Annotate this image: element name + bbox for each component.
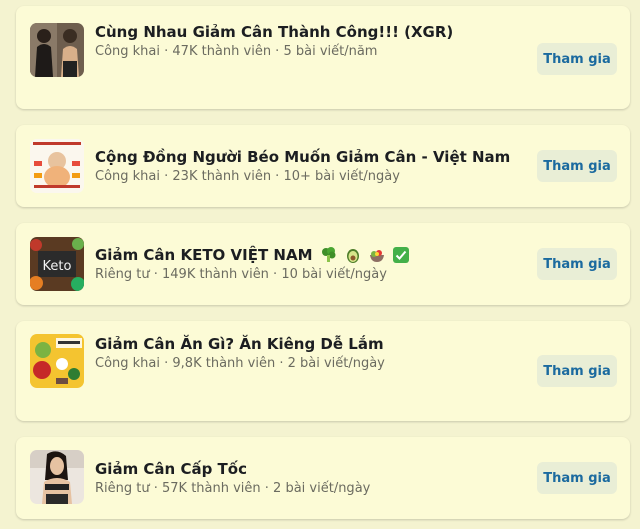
group-thumbnail[interactable]: Keto: [30, 237, 84, 291]
group-name-text: Giảm Cân KETO VIỆT NAM: [95, 246, 313, 264]
group-thumbnail[interactable]: [30, 334, 84, 388]
group-card[interactable]: Cộng Đồng Người Béo Muốn Giảm Cân - Việt…: [16, 125, 630, 207]
group-meta: Riêng tư · 57K thành viên · 2 bài viết/n…: [95, 481, 371, 496]
join-button[interactable]: Tham gia: [537, 43, 617, 75]
group-name[interactable]: Cùng Nhau Giảm Cân Thành Công!!! (XGR): [95, 23, 453, 41]
group-name[interactable]: Giảm Cân KETO VIỆT NAM: [95, 246, 410, 267]
svg-text:Keto: Keto: [43, 259, 72, 274]
group-card[interactable]: Keto Giảm Cân KETO VIỆT NAM Riêng tư · 1…: [16, 223, 630, 305]
join-button[interactable]: Tham gia: [537, 355, 617, 387]
check-mark-emoji: [393, 247, 410, 267]
group-card[interactable]: Giảm Cân Ăn Gì? Ăn Kiêng Dễ Lắm Công kha…: [16, 321, 630, 421]
join-button[interactable]: Tham gia: [537, 150, 617, 182]
salad-emoji: [369, 247, 385, 267]
group-meta: Công khai · 9,8K thành viên · 2 bài viết…: [95, 356, 385, 371]
group-thumbnail[interactable]: [30, 450, 84, 504]
group-meta: Riêng tư · 149K thành viên · 10 bài viết…: [95, 267, 387, 282]
join-button[interactable]: Tham gia: [537, 462, 617, 494]
avocado-emoji: [345, 247, 361, 267]
group-name[interactable]: Cộng Đồng Người Béo Muốn Giảm Cân - Việt…: [95, 148, 510, 166]
group-card[interactable]: Giảm Cân Cấp Tốc Riêng tư · 57K thành vi…: [16, 437, 630, 519]
group-name[interactable]: Giảm Cân Ăn Gì? Ăn Kiêng Dễ Lắm: [95, 335, 384, 353]
broccoli-emoji: [321, 247, 337, 267]
group-meta: Công khai · 47K thành viên · 5 bài viết/…: [95, 44, 378, 59]
group-thumbnail[interactable]: [30, 23, 84, 77]
group-name[interactable]: Giảm Cân Cấp Tốc: [95, 460, 247, 478]
group-thumbnail[interactable]: [30, 139, 84, 193]
join-button[interactable]: Tham gia: [537, 248, 617, 280]
group-card[interactable]: Cùng Nhau Giảm Cân Thành Công!!! (XGR) C…: [16, 6, 630, 109]
group-meta: Công khai · 23K thành viên · 10+ bài viế…: [95, 169, 400, 184]
